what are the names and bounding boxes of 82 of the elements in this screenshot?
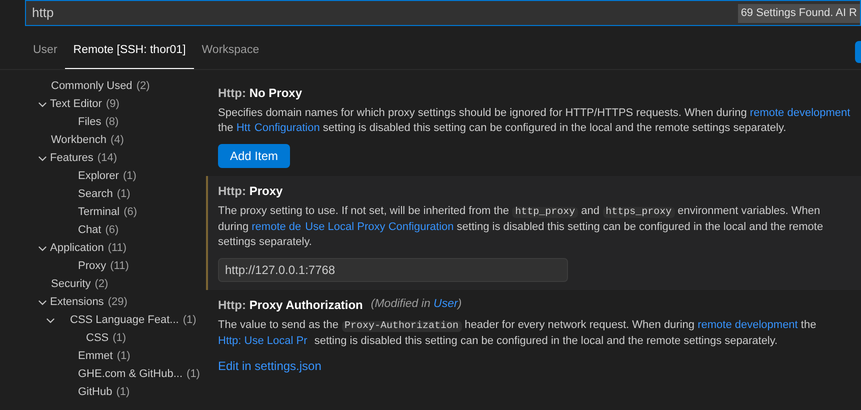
scope-tab[interactable]: Workspace [194,34,268,69]
user-link[interactable]: User [434,298,458,310]
toc-item[interactable]: Text Editor (9) [0,95,202,113]
setting-description: The value to send as the Proxy-Authorization header for every network request. When during remote development the Http: Use Local Pr setting is disabled this setting can be configured in the local and the remote settings separately. [218,318,818,349]
code-span: http_proxy [512,207,578,218]
toc-item[interactable]: Proxy (11) [0,257,202,275]
toc-item[interactable]: Emmet (1) [0,347,202,365]
scope-tab[interactable]: User [25,34,66,69]
toc-count: (1) [122,168,136,184]
edit-settings-link[interactable]: Edit in settings.json [218,357,322,375]
result-count-badge: 69 Settings Found. AI R [738,4,860,22]
toc-count: (11) [110,258,129,274]
toc-count: (11) [108,240,127,256]
toc-label: Emmet [78,348,113,364]
modified-note: (Modified in User) [370,297,462,312]
toc-label: GitHub [78,384,112,400]
toc-label: Workbench [51,132,106,148]
toc-item[interactable]: CSS Language Feat... (1) [0,311,202,329]
toc-label: Explorer [78,168,119,184]
toc-item[interactable]: Files (8) [0,113,202,131]
toc-item[interactable]: Extensions (29) [0,293,202,311]
toc-count: (1) [182,312,196,328]
toc-item[interactable]: Application (11) [0,239,202,257]
toc-count: (14) [97,150,117,166]
toc-count: (1) [116,384,130,400]
toc-label: Chat [78,222,102,238]
setting-title: Http: Proxy Authorization [218,297,363,314]
link[interactable]: Use Local Proxy Configuration [305,221,454,233]
code-span: https_proxy [602,207,675,218]
toc-item[interactable]: Features (14) [0,149,202,167]
link[interactable]: Configuration [254,122,320,134]
code-span: Proxy-Authorization [342,321,462,332]
toc-count: (1) [112,330,126,346]
toc-label: Files [78,114,102,130]
scope-tab[interactable]: Remote [SSH: thor01] [65,34,194,69]
link[interactable]: remote development [750,107,850,119]
toc-count: (9) [106,96,120,112]
link[interactable]: Htt [236,122,250,134]
link[interactable]: Http: Use Local Pr [218,335,308,347]
toc-item[interactable]: Explorer (1) [0,167,202,185]
toc-label: CSS Language Feat... [70,312,179,328]
toc-label: Extensions [50,294,104,310]
toc-count: (1) [116,186,130,202]
action-button[interactable] [855,40,861,62]
toc-count: (6) [105,222,119,238]
toc-item[interactable]: Terminal (6) [0,203,202,221]
toc-count: (2) [94,276,108,292]
toc-count: (6) [124,204,138,220]
toc-count: (2) [136,78,150,94]
toc-count: (8) [105,114,119,130]
toc-label: Commonly Used [51,78,132,94]
setting-title: Http: Proxy [218,183,283,200]
add-item-button[interactable]: Add Item [218,144,290,168]
toc-count: (4) [110,132,124,148]
toc-label: CSS [86,330,109,346]
toc-label: Features [50,150,94,166]
toc-item[interactable]: Chat (6) [0,221,202,239]
toc-item[interactable]: Search (1) [0,185,202,203]
toc-count: (29) [108,294,128,310]
toc-item[interactable]: CSS (1) [0,329,202,347]
toc-item[interactable]: Security (2) [0,275,202,293]
toc-label: Search [78,186,113,202]
toc-label: Application [50,240,104,256]
proxy-input[interactable]: http://127.0.0.1:7768 [218,258,568,282]
toc-item[interactable]: GHE.com & GitHub... (1) [0,365,202,383]
toc-label: Security [51,276,91,292]
search-value: http [32,4,54,22]
toc-item[interactable]: Commonly Used (2) [0,77,202,95]
setting-title: Http: No Proxy [218,85,302,102]
link[interactable]: remote development [698,319,798,331]
toc-label: Text Editor [50,96,102,112]
toc-item[interactable]: GitHub (1) [0,383,202,401]
toc-count: (1) [116,348,130,364]
link[interactable]: remote de [252,221,302,233]
search-field[interactable]: http 69 Settings Found. AI R [25,0,861,26]
toc-label: Proxy [78,258,106,274]
setting-description: The proxy setting to use. If not set, will be inherited from the http_proxy and https_proxy environment variables. When during remote de Use Local Proxy Configuration setting is disabled this setting can be configured in the local and the remote settings separately. [218,204,824,250]
setting-description: Specifies domain names for which proxy settings should be ignored for HTTP/HTTPS requests. When during remote development the Htt Configuration setting is disabled this setting can be configured in the local and the remote settings separately. [218,106,852,136]
toc-count: (1) [186,366,200,382]
toc-label: Terminal [78,204,120,220]
toc-label: GHE.com & GitHub... [78,366,183,382]
toc-item[interactable]: Workbench (4) [0,131,202,149]
